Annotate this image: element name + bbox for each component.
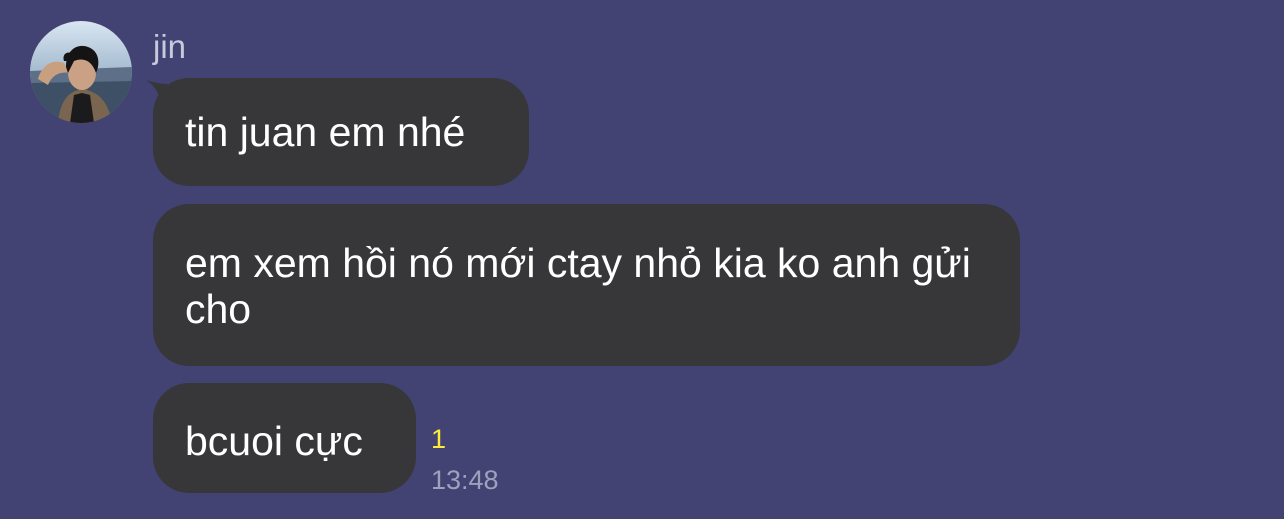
read-count: 1 [431, 424, 447, 454]
message-bubble[interactable]: tin juan em nhé [153, 78, 529, 186]
sender-avatar[interactable] [30, 21, 132, 123]
sender-name: jin [153, 28, 187, 65]
message-bubble[interactable]: bcuoi cực [153, 383, 416, 493]
avatar-photo [30, 21, 132, 123]
message-bubble[interactable]: em xem hồi nó mới ctay nhỏ kia ko anh gử… [153, 204, 1020, 366]
message-timestamp: 13:48 [431, 465, 499, 495]
